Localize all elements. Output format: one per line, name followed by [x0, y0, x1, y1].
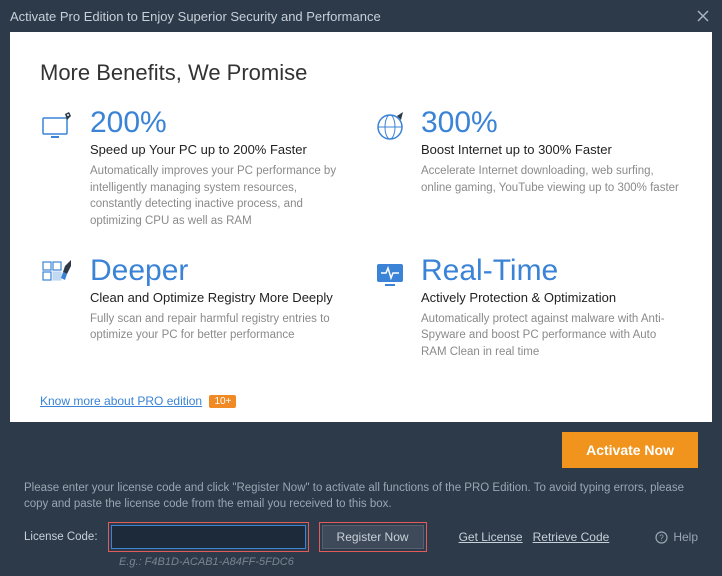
footer-panel: Activate Now Please enter your license c…: [0, 422, 722, 576]
benefit-stat: Real-Time: [421, 256, 682, 286]
benefit-subtitle: Speed up Your PC up to 200% Faster: [90, 142, 351, 157]
benefit-subtitle: Actively Protection & Optimization: [421, 290, 682, 305]
benefit-body: Fully scan and repair harmful registry e…: [90, 311, 351, 344]
benefit-subtitle: Clean and Optimize Registry More Deeply: [90, 290, 351, 305]
register-now-button[interactable]: Register Now: [322, 525, 424, 549]
close-icon[interactable]: [694, 7, 712, 25]
benefit-stat: Deeper: [90, 256, 351, 286]
license-code-input[interactable]: [111, 525, 306, 549]
titlebar: Activate Pro Edition to Enjoy Superior S…: [0, 0, 722, 32]
globe-icon: [371, 108, 409, 146]
benefit-registry: Deeper Clean and Optimize Registry More …: [40, 256, 351, 361]
know-more-link[interactable]: Know more about PRO edition: [40, 394, 202, 408]
benefit-body: Automatically improves your PC performan…: [90, 163, 351, 230]
help-link[interactable]: ? Help: [655, 530, 698, 544]
badge-10plus: 10+: [209, 395, 236, 408]
benefit-realtime: Real-Time Actively Protection & Optimiza…: [371, 256, 682, 361]
benefit-subtitle: Boost Internet up to 300% Faster: [421, 142, 682, 157]
monitor-rocket-icon: [40, 108, 78, 146]
license-code-label: License Code:: [24, 531, 98, 543]
get-license-link[interactable]: Get License: [459, 530, 523, 544]
svg-text:?: ?: [660, 533, 665, 542]
know-more-row: Know more about PRO edition 10+: [40, 394, 236, 408]
benefit-body: Automatically protect against malware wi…: [421, 311, 682, 361]
registry-broom-icon: [40, 256, 78, 294]
help-label: Help: [673, 530, 698, 544]
benefit-speed: 200% Speed up Your PC up to 200% Faster …: [40, 108, 351, 230]
license-input-highlight: [108, 522, 309, 552]
register-button-highlight: Register Now: [319, 522, 427, 552]
license-row: License Code: Register Now Get License R…: [24, 522, 698, 552]
benefit-stat: 300%: [421, 108, 682, 138]
pulse-monitor-icon: [371, 256, 409, 294]
benefits-heading: More Benefits, We Promise: [40, 60, 682, 86]
benefit-internet: 300% Boost Internet up to 300% Faster Ac…: [371, 108, 682, 230]
instructions-text: Please enter your license code and click…: [24, 480, 698, 512]
benefit-body: Accelerate Internet downloading, web sur…: [421, 163, 682, 196]
retrieve-code-link[interactable]: Retrieve Code: [533, 530, 610, 544]
benefit-stat: 200%: [90, 108, 351, 138]
benefits-panel: More Benefits, We Promise 200% Speed up …: [10, 32, 712, 422]
activate-now-button[interactable]: Activate Now: [562, 432, 698, 468]
window-title: Activate Pro Edition to Enjoy Superior S…: [10, 9, 694, 24]
benefits-grid: 200% Speed up Your PC up to 200% Faster …: [40, 108, 682, 361]
help-icon: ?: [655, 531, 668, 544]
